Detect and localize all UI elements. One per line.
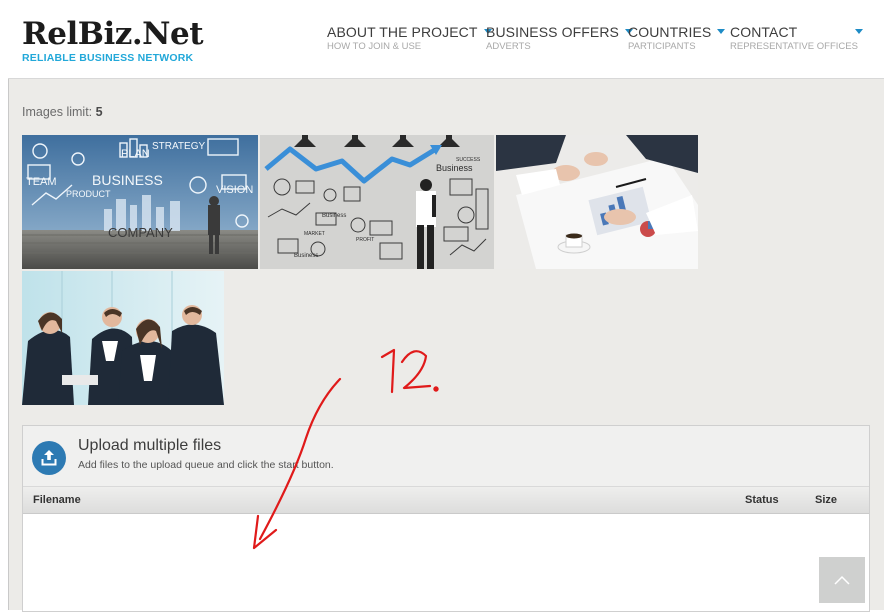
nav-business-offers-label: BUSINESS OFFERS: [486, 24, 619, 40]
upload-panel: Upload multiple files Add files to the u…: [22, 425, 870, 612]
upload-header: Upload multiple files Add files to the u…: [23, 426, 869, 487]
image-text-plan: PLAN: [121, 148, 150, 160]
image-text-business: Business: [436, 163, 473, 173]
file-table-header: Filename Status Size: [23, 487, 869, 514]
image-text-product: PRODUCT: [66, 189, 111, 199]
meeting-charts-desk-image[interactable]: [496, 135, 698, 269]
business-team-office-image[interactable]: [22, 271, 224, 405]
logo-title[interactable]: RelBiz.Net: [22, 19, 204, 50]
caret-down-icon: [717, 28, 726, 34]
images-limit-value: 5: [95, 105, 103, 119]
image-text-profit: PROFIT: [356, 237, 374, 243]
nav-business-offers-sub: ADVERTS: [486, 41, 531, 52]
column-size[interactable]: Size: [815, 494, 837, 506]
nav-about-project-label: ABOUT THE PROJECT: [327, 24, 478, 40]
image-text-company: COMPANY: [108, 225, 173, 240]
image-text-business-2: Business: [322, 213, 346, 219]
growth-arrow-wall-sketch-image[interactable]: Business SUCCESS PROFIT MARKET Business …: [260, 135, 494, 269]
image-text-vision: VISION: [216, 184, 253, 196]
nav-about-project[interactable]: ABOUT THE PROJECT HOW TO JOIN & USE: [327, 24, 492, 52]
upload-title: Upload multiple files: [78, 437, 222, 454]
scroll-to-top-button[interactable]: [819, 557, 865, 603]
image-text-team: TEAM: [26, 176, 57, 188]
nav-contact[interactable]: CONTACT REPRESENTATIVE OFFICES: [730, 24, 858, 52]
upload-description: Add files to the upload queue and click …: [78, 459, 334, 471]
nav-about-project-sub: HOW TO JOIN & USE: [327, 41, 422, 52]
image-text-business-3: Business: [294, 253, 318, 259]
caret-down-icon[interactable]: [855, 29, 863, 34]
image-text-success: SUCCESS: [456, 157, 481, 163]
images-limit-label: Images limit:: [22, 105, 93, 119]
image-text-strategy: STRATEGY: [152, 141, 205, 152]
nav-countries-sub: PARTICIPANTS: [628, 41, 696, 52]
site-header: RelBiz.Net RELIABLE BUSINESS NETWORK ABO…: [8, 0, 884, 79]
image-text-market: MARKET: [304, 231, 325, 237]
logo-subtitle: RELIABLE BUSINESS NETWORK: [22, 52, 194, 64]
image-text-business: BUSINESS: [92, 172, 163, 188]
upload-arrow-icon[interactable]: [32, 441, 66, 475]
business-strategy-chalkboard-image[interactable]: PLAN STRATEGY TEAM BUSINESS PRODUCT VISI…: [22, 135, 258, 269]
chevron-up-icon: [834, 575, 850, 585]
column-status[interactable]: Status: [745, 494, 779, 506]
nav-business-offers[interactable]: BUSINESS OFFERS ADVERTS: [486, 24, 633, 52]
column-filename[interactable]: Filename: [33, 494, 81, 506]
images-limit: Images limit: 5: [22, 105, 103, 119]
nav-contact-label: CONTACT: [730, 24, 798, 40]
nav-countries-label: COUNTRIES: [628, 24, 712, 40]
file-list-dropzone[interactable]: [23, 514, 869, 611]
nav-contact-sub: REPRESENTATIVE OFFICES: [730, 41, 858, 52]
nav-countries[interactable]: COUNTRIES PARTICIPANTS: [628, 24, 726, 52]
